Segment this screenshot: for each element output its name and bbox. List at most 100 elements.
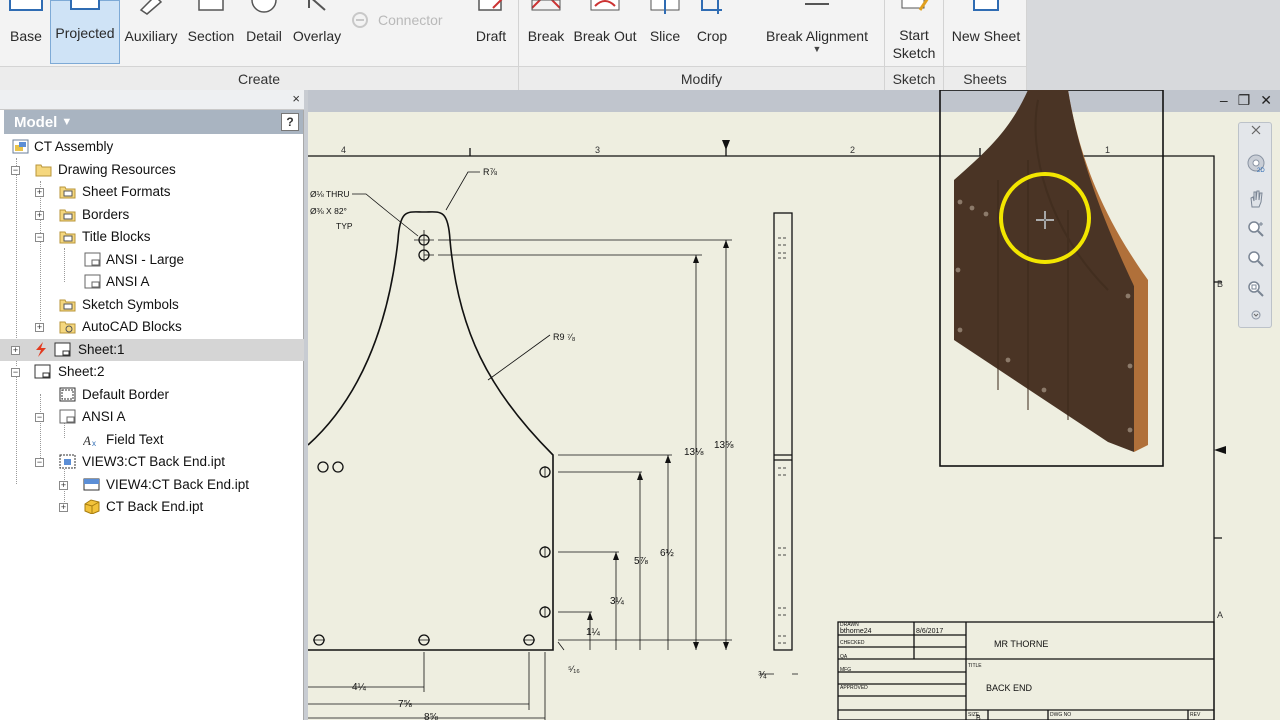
- break-button[interactable]: Break: [524, 0, 568, 66]
- tb-mfg-label: MFG: [840, 667, 851, 673]
- tree-item-title-blocks[interactable]: − Title Blocks: [0, 226, 304, 249]
- browser-title[interactable]: Model: [14, 114, 57, 131]
- start-sketch-button[interactable]: Start Sketch: [886, 0, 942, 66]
- break-alignment-button[interactable]: Break Alignment ▼: [756, 0, 878, 66]
- pan-hand-icon[interactable]: [1246, 189, 1266, 209]
- tree-item-default-border[interactable]: Default Border: [0, 384, 304, 407]
- projected-view-button[interactable]: Projected: [50, 0, 120, 64]
- expand-icon[interactable]: +: [59, 503, 68, 512]
- modify-panel-label: Modify: [519, 66, 884, 90]
- collapse-icon[interactable]: −: [11, 165, 20, 175]
- lightning-icon: [36, 341, 46, 357]
- tree-item-ansi-large[interactable]: ANSI - Large: [0, 249, 304, 272]
- dimension-text: 6½: [660, 548, 675, 559]
- expand-icon[interactable]: +: [35, 323, 44, 332]
- zoom-window-icon[interactable]: [1246, 279, 1266, 299]
- tree-item-autocad-blocks[interactable]: + AutoCAD Blocks: [0, 316, 304, 339]
- chevron-down-icon[interactable]: ▼: [61, 116, 72, 128]
- zone-number: 1: [1105, 145, 1110, 155]
- break-alignment-dropdown-icon[interactable]: ▼: [813, 44, 822, 54]
- tree-item-label: Borders: [82, 206, 130, 222]
- tree-item-label: Field Text: [106, 431, 164, 447]
- tree-item-sheet-formats[interactable]: + Sheet Formats: [0, 181, 304, 204]
- new-sheet-button[interactable]: New Sheet: [946, 0, 1026, 66]
- radius-note-top: R⅞: [483, 167, 497, 177]
- tree-item-drawing-resources[interactable]: − Drawing Resources: [0, 159, 304, 182]
- csk-note: Ø⅜ X 82°: [310, 206, 347, 216]
- base-view-label: Base: [10, 28, 42, 44]
- tree-item-view3[interactable]: − VIEW3:CT Back End.ipt: [0, 451, 304, 474]
- break-out-button[interactable]: Break Out: [570, 0, 640, 66]
- tree-item-field-text[interactable]: Ax Field Text: [0, 429, 304, 452]
- tree-item-ct-back-end[interactable]: + CT Back End.ipt: [0, 496, 304, 519]
- crop-button[interactable]: Crop: [690, 0, 734, 66]
- help-icon[interactable]: ?: [281, 113, 299, 131]
- title-block-icon: [84, 252, 101, 266]
- break-label: Break: [527, 28, 565, 44]
- browser-header[interactable]: Model ▼: [4, 110, 303, 134]
- connector-icon: [352, 12, 368, 28]
- tree-item-label: CT Assembly: [34, 139, 114, 154]
- drawing-sheet: 4 3 2 1 B A Ø⅛ THRU Ø⅜ X 82° TYP R⅞ R9 ⁷…: [308, 90, 1280, 720]
- sketch-symbols-folder-icon: [59, 299, 76, 311]
- projected-view-label: Projected: [55, 25, 115, 41]
- collapse-icon[interactable]: −: [11, 368, 20, 377]
- expand-icon[interactable]: +: [11, 345, 20, 355]
- collapse-icon[interactable]: −: [35, 458, 44, 467]
- dimension-text: ⁵⁄₁₆: [568, 664, 580, 674]
- expand-icon[interactable]: +: [35, 188, 44, 197]
- drawing-canvas[interactable]: ‒ ❐ ✕ 4 3 2 1 B A Ø⅛ THRU Ø⅜ X 82° TYP R…: [308, 90, 1280, 720]
- connector-label: Connector: [378, 12, 443, 28]
- new-sheet-label: New Sheet: [951, 28, 1021, 44]
- tree-item-sheet-2[interactable]: − Sheet:2: [0, 361, 304, 384]
- navbar-menu-icon[interactable]: [1246, 309, 1266, 321]
- detail-view-button[interactable]: Detail: [242, 0, 286, 66]
- collapse-icon[interactable]: −: [35, 413, 44, 422]
- auxiliary-view-button[interactable]: Auxiliary: [122, 0, 180, 66]
- tree-item-sketch-symbols[interactable]: Sketch Symbols: [0, 294, 304, 317]
- tree-item-label: Sheet:1: [78, 341, 125, 357]
- zoom-icon[interactable]: [1246, 219, 1266, 239]
- expand-icon[interactable]: +: [35, 210, 44, 220]
- sheet-icon: [34, 364, 51, 379]
- overlay-view-icon: [308, 0, 326, 11]
- expand-icon[interactable]: +: [59, 480, 68, 490]
- overlay-view-button[interactable]: Overlay: [290, 0, 344, 66]
- tree-item-sheet-1[interactable]: + Sheet:1: [0, 338, 304, 361]
- zone-number: 2: [850, 145, 855, 155]
- tree-item-ansi-a-sheet2[interactable]: − ANSI A: [0, 406, 304, 429]
- tree-item-borders[interactable]: + Borders: [0, 204, 304, 227]
- draft-view-button[interactable]: Draft: [470, 0, 512, 66]
- zoom-all-icon[interactable]: [1246, 249, 1266, 269]
- start-sketch-text: Start Sketch: [892, 27, 936, 61]
- tree-item-view4[interactable]: + VIEW4:CT Back End.ipt: [0, 474, 304, 497]
- draft-view-label: Draft: [475, 28, 507, 44]
- connector-button[interactable]: Connector: [346, 2, 450, 38]
- dimension-text: 5⅞: [634, 556, 649, 567]
- create-panel-label: Create: [0, 66, 518, 90]
- detail-view-label: Detail: [246, 28, 282, 44]
- ribbon-empty-area: [1026, 0, 1280, 90]
- tree-item-label: Sketch Symbols: [82, 296, 179, 312]
- break-alignment-icon: [805, 3, 829, 5]
- navbar-close-icon[interactable]: [1246, 125, 1266, 135]
- collapse-icon[interactable]: −: [35, 233, 44, 242]
- projected-view-icon: [70, 0, 100, 10]
- slice-button[interactable]: Slice: [644, 0, 686, 66]
- browser-close-icon[interactable]: ×: [292, 91, 300, 106]
- dimension-text: 7⅝: [398, 699, 413, 710]
- title-block-icon: [59, 409, 76, 424]
- svg-text:2D: 2D: [1257, 168, 1265, 173]
- tb-checked-label: CHECKED: [840, 640, 865, 646]
- tree-item-ct-assembly[interactable]: CT Assembly: [0, 136, 304, 159]
- tree-item-ansi-a[interactable]: ANSI A: [0, 271, 304, 294]
- dimension-text: 13⅝: [714, 440, 734, 451]
- title-blocks-folder-icon: [59, 231, 76, 244]
- section-view-icon: [198, 0, 224, 11]
- steering-wheel-icon[interactable]: 2D: [1246, 153, 1266, 173]
- section-view-button[interactable]: Section: [184, 0, 238, 66]
- tree-item-label: Default Border: [82, 386, 170, 402]
- base-view-button[interactable]: Base: [4, 0, 48, 66]
- dimension-text: 3¼: [610, 595, 625, 607]
- panel-separator: [1026, 0, 1027, 90]
